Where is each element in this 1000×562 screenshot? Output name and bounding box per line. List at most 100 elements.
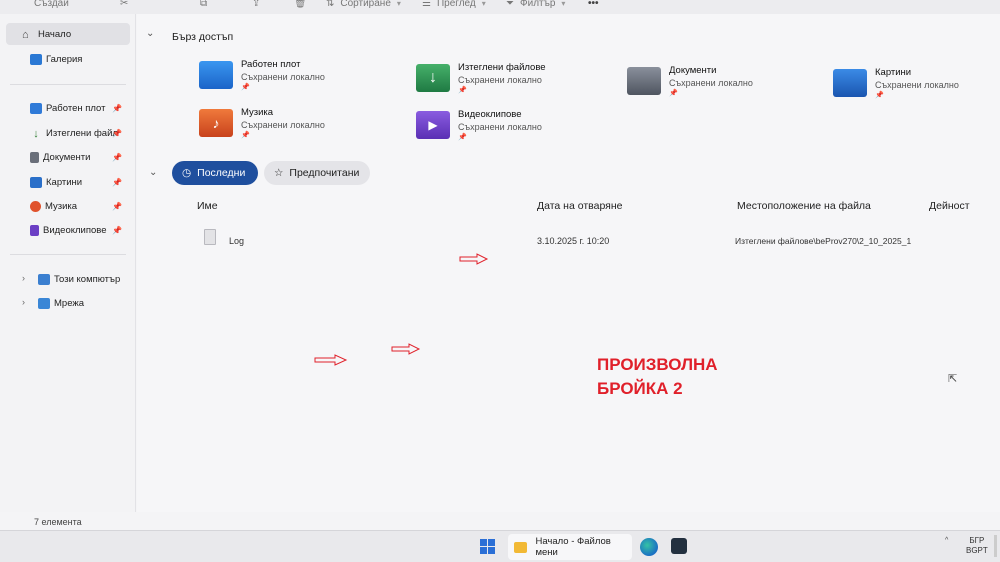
- create-button[interactable]: Създай: [34, 0, 69, 9]
- quick-access-title: Бърз достъп: [172, 31, 234, 43]
- filter-label: Филтър: [520, 0, 556, 9]
- sidebar-item-label: Музика: [45, 200, 78, 212]
- mouse-cursor-icon: ⇱: [948, 373, 958, 385]
- tray-chevron-icon[interactable]: ^: [945, 537, 948, 544]
- column-header-activity[interactable]: Дейност: [929, 200, 970, 212]
- file-date: 3.10.2025 г. 10:20: [537, 236, 610, 246]
- tab-label: Последни: [197, 167, 246, 179]
- chevron-down-icon[interactable]: ⌄: [149, 167, 157, 178]
- sidebar-item-desktop[interactable]: Работен плот 📌: [6, 97, 130, 119]
- sidebar-item-documents[interactable]: Документи 📌: [6, 146, 130, 168]
- column-header-location[interactable]: Местоположение на файла: [737, 200, 871, 212]
- tab-favorites[interactable]: ☆ Предпочитани: [264, 161, 370, 185]
- video-icon: [30, 224, 39, 236]
- quick-access-videos[interactable]: ▶ Видеоклипове Съхранени локално 📌: [416, 109, 542, 141]
- quick-access-downloads[interactable]: ↓ Изтеглени файлове Съхранени локално 📌: [416, 62, 546, 94]
- create-label: Създай: [34, 0, 69, 9]
- chevron-down-icon: ▾: [481, 0, 486, 8]
- show-desktop-button[interactable]: [994, 535, 997, 557]
- pictures-icon: [30, 176, 42, 188]
- clock-icon: ◷: [182, 167, 192, 179]
- sidebar-item-pictures[interactable]: Картини 📌: [6, 171, 130, 193]
- taskbar-file-explorer[interactable]: Начало - Файлов мени: [508, 534, 632, 560]
- status-item-count: 7 елемента: [34, 517, 82, 527]
- pin-icon: 📌: [875, 92, 884, 99]
- file-explorer-window: Създай ✂ ⧉ ⇪ 🗑 ⇅ Сортиране ▾ ☰ Преглед ▾…: [0, 0, 1000, 530]
- gallery-icon: [30, 53, 42, 65]
- item-name: Видеоклипове: [458, 109, 522, 120]
- sort-button[interactable]: ⇅ Сортиране ▾: [326, 0, 401, 9]
- tab-recent[interactable]: ◷ Последни: [172, 161, 258, 185]
- share-icon[interactable]: ⇪: [252, 0, 260, 9]
- sidebar-item-videos[interactable]: Видеоклипове 📌: [6, 219, 130, 241]
- copy-icon[interactable]: ⧉: [200, 0, 207, 9]
- download-icon: ↓: [33, 127, 39, 140]
- sidebar-item-label: Изтеглени файл: [46, 127, 118, 139]
- column-header-name[interactable]: Име: [197, 200, 218, 212]
- start-button[interactable]: [480, 539, 495, 554]
- pin-icon: 📌: [112, 152, 122, 162]
- edge-browser-icon[interactable]: [640, 538, 658, 556]
- view-button[interactable]: ☰ Преглед ▾: [422, 0, 486, 9]
- sidebar-item-label: Видеоклипове: [43, 224, 107, 236]
- item-subtitle: Съхранени локално: [241, 72, 325, 82]
- pin-icon: 📌: [112, 103, 122, 113]
- filter-button[interactable]: ⏷ Филтър ▾: [506, 0, 565, 9]
- column-header-date[interactable]: Дата на отваряне: [537, 200, 623, 212]
- sidebar-item-network[interactable]: Мрежа: [6, 292, 130, 314]
- music-folder-icon: ♪: [199, 109, 233, 137]
- file-icon: [204, 229, 216, 245]
- language-indicator[interactable]: БГР BGPT: [966, 536, 988, 556]
- document-icon: [30, 151, 39, 163]
- item-subtitle: Съхранени локално: [241, 120, 325, 130]
- delete-icon[interactable]: 🗑: [294, 0, 307, 9]
- sidebar-item-label: Документи: [43, 151, 91, 163]
- store-icon[interactable]: [671, 538, 687, 554]
- quick-access-pictures[interactable]: Картини Съхранени локално 📌: [833, 67, 959, 99]
- sort-label: Сортиране: [340, 0, 391, 9]
- command-bar: Създай ✂ ⧉ ⇪ 🗑 ⇅ Сортиране ▾ ☰ Преглед ▾…: [0, 0, 1000, 14]
- sidebar-item-label: Картини: [46, 176, 83, 188]
- chevron-down-icon[interactable]: ⌄: [146, 28, 154, 39]
- desktop-folder-icon: [199, 61, 233, 89]
- documents-folder-icon: [627, 67, 661, 95]
- quick-access-documents[interactable]: Документи Съхранени локално 📌: [627, 65, 753, 97]
- sidebar-item-gallery[interactable]: Галерия: [6, 48, 130, 70]
- cut-icon[interactable]: ✂: [120, 0, 128, 9]
- sidebar-item-downloads[interactable]: ↓ Изтеглени файл 📌: [6, 122, 130, 144]
- quick-access-desktop[interactable]: Работен плот Съхранени локално 📌: [199, 59, 325, 91]
- pin-icon: 📌: [112, 177, 122, 187]
- arrow-annotation: [459, 253, 489, 265]
- arrow-annotation: [314, 354, 348, 366]
- sidebar-item-music[interactable]: Музика 📌: [6, 195, 130, 217]
- more-options-button[interactable]: •••: [588, 0, 599, 9]
- divider: [10, 84, 126, 85]
- pictures-folder-icon: [833, 69, 867, 97]
- item-subtitle: Съхранени локално: [458, 75, 542, 85]
- videos-folder-icon: ▶: [416, 111, 450, 139]
- filter-icon: ⏷: [506, 0, 514, 9]
- annotation-text: ПРОИЗВОЛНА БРОЙКА 2: [597, 353, 718, 401]
- sidebar-item-home[interactable]: ⌂ Начало: [6, 23, 130, 45]
- item-name: Картини: [875, 67, 912, 78]
- item-name: Документи: [669, 65, 717, 76]
- sidebar-item-this-pc[interactable]: Този компютър: [6, 268, 130, 290]
- item-name: Работен плот: [241, 59, 301, 70]
- arrow-annotation: [391, 343, 421, 355]
- desktop-icon: [30, 102, 42, 114]
- sidebar-item-label: Галерия: [46, 53, 83, 65]
- annotation-line: БРОЙКА 2: [597, 379, 683, 398]
- quick-access-music[interactable]: ♪ Музика Съхранени локално 📌: [199, 107, 325, 139]
- pin-icon: 📌: [458, 134, 467, 141]
- sidebar-item-label: Работен плот: [46, 102, 106, 114]
- annotation-line: ПРОИЗВОЛНА: [597, 355, 718, 374]
- content-area: ⌄ Бърз достъп Работен плот Съхранени лок…: [137, 14, 1000, 512]
- keyboard-layout: BGPT: [966, 546, 988, 555]
- sidebar-item-label: Този компютър: [54, 273, 121, 285]
- network-icon: [38, 297, 50, 309]
- item-subtitle: Съхранени локално: [458, 122, 542, 132]
- view-icon: ☰: [422, 0, 431, 9]
- taskbar-app-label: Начало - Файлов мени: [535, 536, 611, 558]
- taskbar: Начало - Файлов мени ^ БГР BGPT: [0, 530, 1000, 562]
- item-subtitle: Съхранени локално: [875, 80, 959, 90]
